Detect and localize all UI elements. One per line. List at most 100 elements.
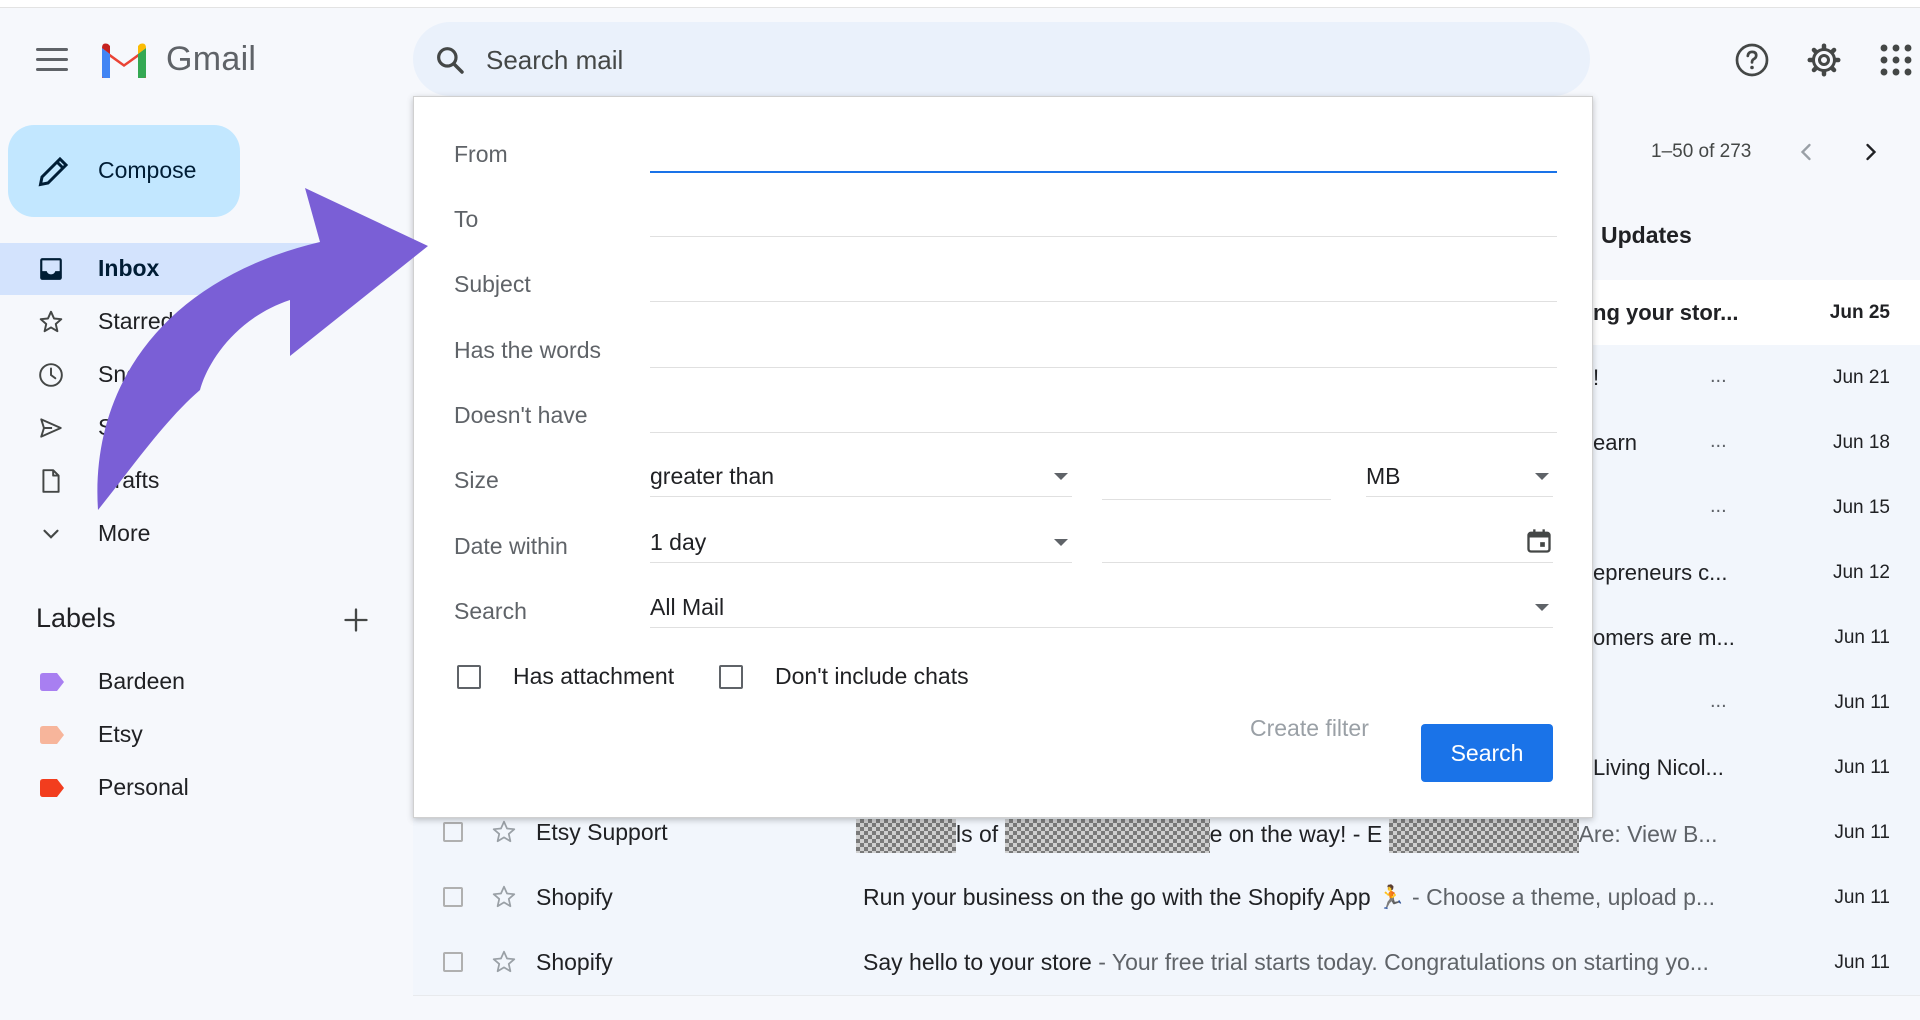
to-label: To <box>454 206 479 232</box>
row-sender: Shopify <box>536 949 613 975</box>
search-button[interactable]: Search <box>1421 724 1553 782</box>
search-scope-select[interactable]: All Mail <box>650 588 1553 628</box>
create-filter-button[interactable]: Create filter <box>1250 715 1369 742</box>
inbox-icon <box>40 258 62 280</box>
menu-bar <box>36 58 68 61</box>
row-date: Jun 12 <box>1832 562 1890 583</box>
row-snippet: ! <box>1593 365 1600 390</box>
subject-label: Subject <box>454 271 531 297</box>
from-field[interactable] <box>650 129 1557 173</box>
row-checkbox[interactable] <box>443 822 463 842</box>
row-date: Jun 11 <box>1834 757 1890 778</box>
table-row[interactable]: Shopify Say hello to your store - Your f… <box>413 930 1920 996</box>
redacted-block <box>856 819 956 853</box>
label-tag-icon <box>40 673 64 691</box>
dropdown-caret-icon <box>1054 539 1068 546</box>
pencil-icon <box>38 156 69 187</box>
apps-grid-icon[interactable] <box>1878 42 1914 78</box>
row-checkbox[interactable] <box>443 887 463 907</box>
menu-bar <box>36 48 68 51</box>
subject-fragment: e on the way! - E <box>1209 821 1383 848</box>
redacted-block <box>1004 819 1210 853</box>
date-within-select[interactable]: 1 day <box>650 523 1072 563</box>
select-value: greater than <box>650 463 775 489</box>
chevron-down-icon <box>43 529 59 539</box>
size-operator-select[interactable]: greater than <box>650 457 1072 497</box>
row-date: Jun 11 <box>1834 887 1890 908</box>
label-name: Bardeen <box>98 668 185 694</box>
row-subject: Say hello to your store - Your free tria… <box>863 949 1709 976</box>
row-date: Jun 21 <box>1832 367 1890 388</box>
star-icon[interactable] <box>491 884 517 910</box>
label-item-bardeen[interactable]: Bardeen <box>0 658 320 706</box>
table-row[interactable]: Shopify Run your business on the go with… <box>413 865 1920 931</box>
row-snippet: omers are m... <box>1593 625 1735 650</box>
redacted-block <box>1388 819 1579 853</box>
star-icon[interactable] <box>491 949 517 975</box>
size-value-field[interactable] <box>1102 457 1331 500</box>
size-label: Size <box>454 467 499 493</box>
star-icon[interactable] <box>491 819 517 845</box>
settings-gear-icon[interactable] <box>1806 42 1842 78</box>
row-ellipsis: ... <box>1710 365 1727 387</box>
select-value: 1 day <box>650 529 707 555</box>
row-ellipsis: ... <box>1710 430 1727 452</box>
window-top-edge <box>0 0 1920 8</box>
size-unit-select[interactable]: MB <box>1366 457 1553 497</box>
annotation-arrow-icon <box>97 188 428 510</box>
dropdown-caret-icon <box>1054 473 1068 480</box>
row-snippet: epreneurs c... <box>1593 560 1728 585</box>
subject-field[interactable] <box>650 259 1557 302</box>
subject-text: Run your business on the go with the Sho… <box>863 884 1406 910</box>
tab-updates[interactable]: Updates <box>1601 222 1692 249</box>
row-date: Jun 11 <box>1834 692 1890 713</box>
subject-text: Say hello to your store <box>863 949 1092 975</box>
from-label: From <box>454 141 508 167</box>
date-field[interactable] <box>1102 523 1553 563</box>
row-sender: Etsy Support <box>536 819 668 845</box>
subject-snippet: - Choose a theme, upload p... <box>1405 884 1716 910</box>
label-item-personal[interactable]: Personal <box>0 764 320 812</box>
doesnt-have-field[interactable] <box>650 390 1557 433</box>
no-chats-checkbox[interactable] <box>719 665 743 689</box>
row-date: Jun 11 <box>1834 952 1890 973</box>
dropdown-caret-icon <box>1535 604 1549 611</box>
row-date: Jun 11 <box>1834 822 1890 843</box>
send-icon <box>40 418 62 438</box>
row-subject: Run your business on the go with the Sho… <box>863 884 1715 911</box>
clock-icon <box>39 363 63 387</box>
row-ellipsis: ... <box>1710 495 1727 517</box>
search-input[interactable] <box>484 38 1388 82</box>
labels-heading: Labels <box>36 603 116 633</box>
search-icon[interactable] <box>434 44 466 76</box>
row-date: Jun 15 <box>1832 497 1890 518</box>
subject-fragment: Are: View B... <box>1578 821 1718 848</box>
add-label-icon[interactable] <box>342 606 370 634</box>
chevron-right-icon[interactable] <box>1857 138 1885 166</box>
star-icon <box>39 310 63 333</box>
pagination-count: 1–50 of 273 <box>1651 141 1752 162</box>
main-menu-button[interactable] <box>36 48 68 72</box>
label-name: Etsy <box>98 721 143 747</box>
row-ellipsis: ... <box>1710 690 1727 712</box>
has-words-field[interactable] <box>650 325 1557 368</box>
has-attachment-checkbox[interactable] <box>457 665 481 689</box>
row-checkbox[interactable] <box>443 952 463 972</box>
row-sender: Shopify <box>536 884 613 910</box>
label-name: Personal <box>98 774 189 800</box>
to-field[interactable] <box>650 194 1557 237</box>
label-item-etsy[interactable]: Etsy <box>0 711 320 759</box>
subject-snippet: - Your free trial starts today. Congratu… <box>1091 949 1709 975</box>
row-date: Jun 25 <box>1829 302 1890 323</box>
dropdown-caret-icon <box>1535 473 1549 480</box>
row-date: Jun 11 <box>1834 627 1890 648</box>
row-snippet: ng your stor... <box>1593 300 1739 325</box>
help-icon[interactable] <box>1734 42 1770 78</box>
doesnt-have-label: Doesn't have <box>454 402 588 428</box>
calendar-icon[interactable] <box>1525 527 1553 555</box>
menu-bar <box>36 68 68 71</box>
row-snippet: Living Nicol... <box>1593 755 1724 780</box>
draft-icon <box>42 469 60 493</box>
chevron-left-icon[interactable] <box>1792 138 1820 166</box>
select-value: All Mail <box>650 594 725 620</box>
